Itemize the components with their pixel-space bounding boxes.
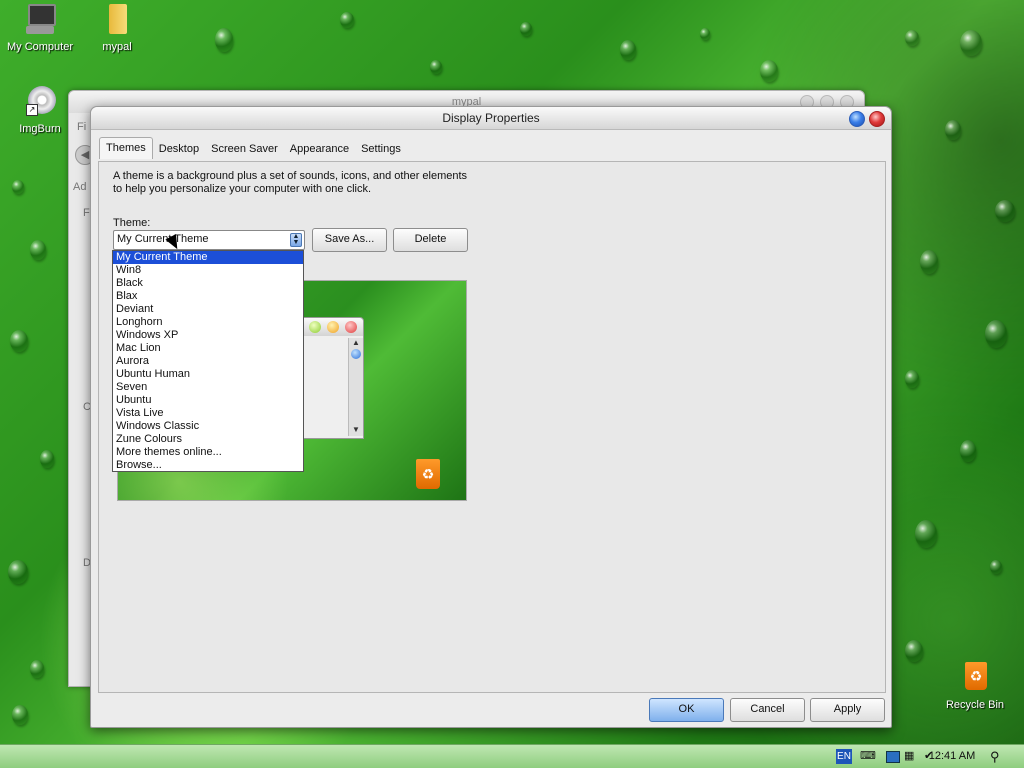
theme-option[interactable]: Browse... bbox=[113, 459, 303, 472]
theme-label: Theme: bbox=[113, 217, 151, 229]
desktop-icon-label: My Computer bbox=[6, 41, 74, 53]
theme-option[interactable]: Windows Classic bbox=[113, 420, 303, 433]
tab-appearance[interactable]: Appearance bbox=[284, 140, 355, 159]
background-window-side-letter: F bbox=[83, 207, 90, 219]
theme-option[interactable]: Blax bbox=[113, 290, 303, 303]
theme-option[interactable]: Vista Live bbox=[113, 407, 303, 420]
theme-option[interactable]: Aurora bbox=[113, 355, 303, 368]
theme-option[interactable]: Black bbox=[113, 277, 303, 290]
desktop-icon-label: ImgBurn bbox=[19, 123, 61, 135]
preview-maximize-icon bbox=[327, 321, 339, 333]
theme-option[interactable]: Deviant bbox=[113, 303, 303, 316]
desktop-icon-recycle-bin[interactable]: ♻ Recycle Bin bbox=[935, 660, 1015, 711]
disc-icon: ↗ bbox=[22, 84, 58, 120]
delete-button[interactable]: Delete bbox=[393, 228, 468, 252]
keyboard-icon[interactable]: ⌨ bbox=[860, 749, 876, 764]
close-button[interactable] bbox=[869, 111, 885, 127]
help-button[interactable] bbox=[849, 111, 865, 127]
theme-select[interactable]: My Current Theme ▲ ▼ bbox=[113, 230, 305, 250]
scroll-thumb bbox=[351, 349, 361, 359]
preview-scrollbar: ▲ ▼ bbox=[348, 338, 363, 436]
apply-button[interactable]: Apply bbox=[810, 698, 885, 722]
save-as-button[interactable]: Save As... bbox=[312, 228, 387, 252]
dialog-title: Display Properties bbox=[442, 111, 540, 125]
theme-option[interactable]: More themes online... bbox=[113, 446, 303, 459]
theme-option[interactable]: Seven bbox=[113, 381, 303, 394]
theme-option[interactable]: Ubuntu Human bbox=[113, 368, 303, 381]
theme-option[interactable]: Ubuntu bbox=[113, 394, 303, 407]
taskbar: EN ⌨ ▦ ✔ 12:41 AM ⚲ bbox=[0, 744, 1024, 768]
search-icon[interactable]: ⚲ bbox=[990, 749, 1006, 764]
preview-recycle-bin-icon: ♻ bbox=[416, 459, 440, 489]
background-window-side-letter: Fi bbox=[77, 121, 87, 133]
computer-icon bbox=[22, 2, 58, 38]
desktop-icon-label: mypal bbox=[102, 41, 132, 53]
preview-minimize-icon bbox=[309, 321, 321, 333]
theme-option[interactable]: My Current Theme bbox=[113, 251, 303, 264]
theme-option[interactable]: Mac Lion bbox=[113, 342, 303, 355]
dialog-titlebar[interactable]: Display Properties bbox=[91, 107, 891, 130]
theme-option[interactable]: Longhorn bbox=[113, 316, 303, 329]
tab-themes[interactable]: Themes bbox=[99, 137, 153, 159]
theme-option[interactable]: Windows XP bbox=[113, 329, 303, 342]
network-icon[interactable]: ▦ bbox=[904, 749, 918, 764]
language-indicator[interactable]: EN bbox=[836, 749, 852, 764]
cancel-button[interactable]: Cancel bbox=[730, 698, 805, 722]
desktop-icon-my-computer[interactable]: My Computer bbox=[0, 2, 80, 53]
desktop-icon-mypal[interactable]: mypal bbox=[77, 2, 157, 53]
theme-option[interactable]: Win8 bbox=[113, 264, 303, 277]
shortcut-arrow-icon: ↗ bbox=[26, 104, 38, 116]
folder-icon bbox=[99, 2, 135, 38]
desktop-icon-label: Recycle Bin bbox=[945, 699, 1005, 711]
theme-select-value: My Current Theme bbox=[117, 233, 209, 245]
preview-close-icon bbox=[345, 321, 357, 333]
clock[interactable]: 12:41 AM bbox=[928, 749, 976, 764]
select-arrows-icon[interactable]: ▲ ▼ bbox=[290, 233, 302, 247]
scroll-down-icon: ▼ bbox=[352, 425, 360, 434]
ok-button[interactable]: OK bbox=[649, 698, 724, 722]
theme-description: A theme is a background plus a set of so… bbox=[113, 170, 468, 195]
background-window-side-letter: Ad bbox=[73, 181, 87, 193]
tab-desktop[interactable]: Desktop bbox=[153, 140, 205, 159]
theme-option[interactable]: Zune Colours bbox=[113, 433, 303, 446]
tab-screen-saver[interactable]: Screen Saver bbox=[205, 140, 284, 159]
scroll-up-icon: ▲ bbox=[352, 338, 360, 347]
tab-settings[interactable]: Settings bbox=[355, 140, 407, 159]
theme-dropdown-list[interactable]: My Current Theme Win8 Black Blax Deviant… bbox=[112, 250, 304, 472]
recycle-bin-icon: ♻ bbox=[957, 660, 993, 696]
tab-bar: Themes Desktop Screen Saver Appearance S… bbox=[99, 137, 407, 159]
display-icon[interactable] bbox=[886, 749, 900, 764]
